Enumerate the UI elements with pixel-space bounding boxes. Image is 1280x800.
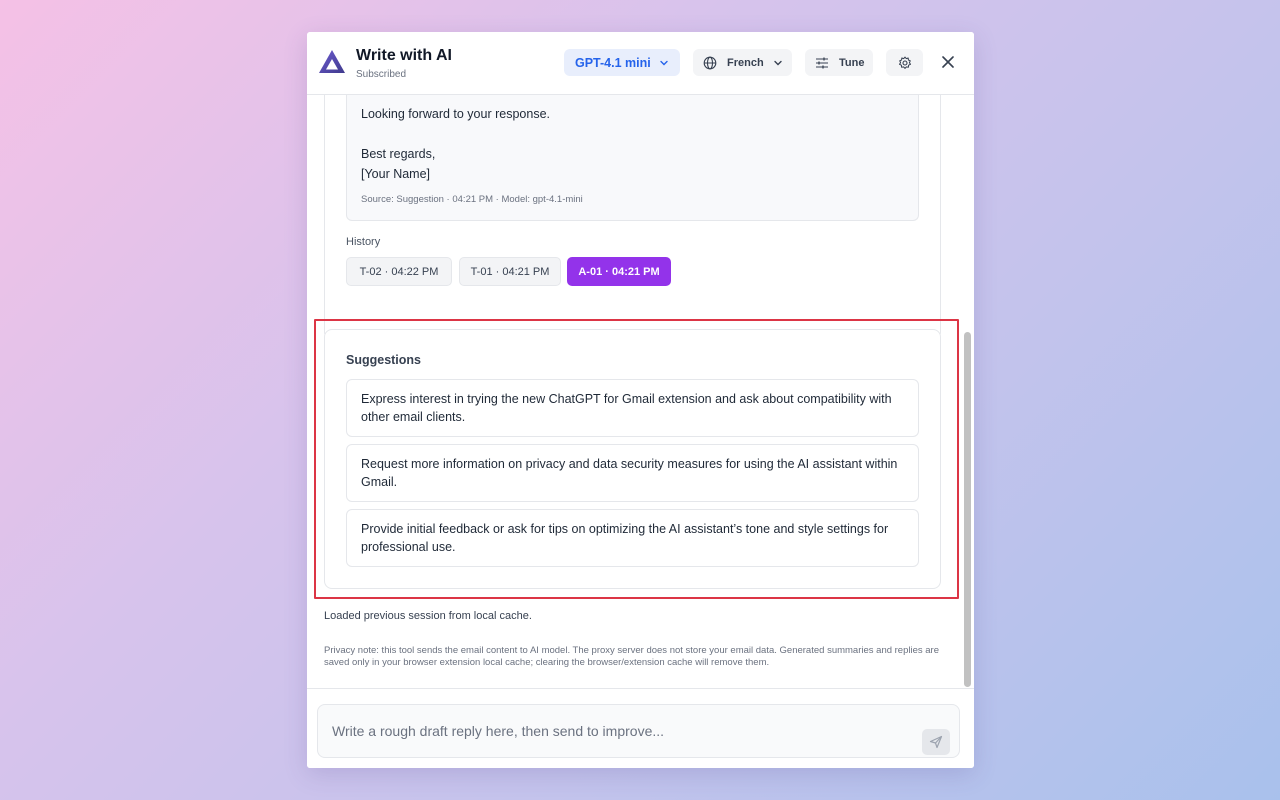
privacy-note: Privacy note: this tool sends the email … — [324, 645, 939, 668]
panel-content[interactable]: Looking forward to your response. Best r… — [307, 95, 974, 688]
panel-title: Write with AI — [356, 47, 452, 64]
scrollbar-thumb[interactable] — [964, 332, 971, 687]
reply-card: Looking forward to your response. Best r… — [324, 95, 941, 340]
generated-reply: Looking forward to your response. Best r… — [346, 95, 919, 221]
subscription-status: Subscribed — [356, 69, 407, 80]
sliders-icon — [816, 57, 828, 68]
chevron-down-icon — [773, 60, 782, 65]
send-button[interactable] — [922, 729, 950, 755]
suggestions-highlight-box — [314, 319, 959, 599]
reply-line: Best regards, — [361, 147, 436, 161]
draft-box — [317, 704, 960, 758]
history-label: History — [346, 236, 381, 248]
history-chip[interactable]: T-01 · 04:21 PM — [459, 257, 561, 286]
model-select[interactable]: GPT-4.1 mini — [564, 49, 680, 76]
app-logo-icon — [319, 50, 345, 73]
language-select-label: French — [727, 56, 764, 69]
settings-button[interactable] — [886, 49, 923, 76]
reply-line: [Your Name] — [361, 167, 431, 181]
history-chip[interactable]: T-02 · 04:22 PM — [346, 257, 452, 286]
panel-header: Write with AI Subscribed GPT-4.1 mini Fr… — [307, 32, 974, 95]
reply-meta: Source: Suggestion · 04:21 PM · Model: g… — [361, 194, 583, 205]
tune-button[interactable]: Tune — [805, 49, 873, 76]
model-select-label: GPT-4.1 mini — [575, 55, 651, 70]
write-with-ai-panel: Write with AI Subscribed GPT-4.1 mini Fr… — [307, 32, 974, 768]
close-icon — [942, 56, 954, 68]
draft-input[interactable] — [318, 705, 918, 757]
close-button[interactable] — [938, 52, 958, 72]
history-chip-active[interactable]: A-01 · 04:21 PM — [567, 257, 671, 286]
status-text: Loaded previous session from local cache… — [324, 610, 532, 622]
composer — [307, 688, 974, 768]
language-select[interactable]: French — [693, 49, 792, 76]
tune-button-label: Tune — [839, 56, 865, 69]
reply-line: Looking forward to your response. — [361, 107, 550, 121]
chevron-down-icon — [660, 60, 668, 65]
globe-icon — [703, 56, 717, 69]
send-icon — [929, 735, 943, 749]
gear-icon — [898, 56, 911, 69]
